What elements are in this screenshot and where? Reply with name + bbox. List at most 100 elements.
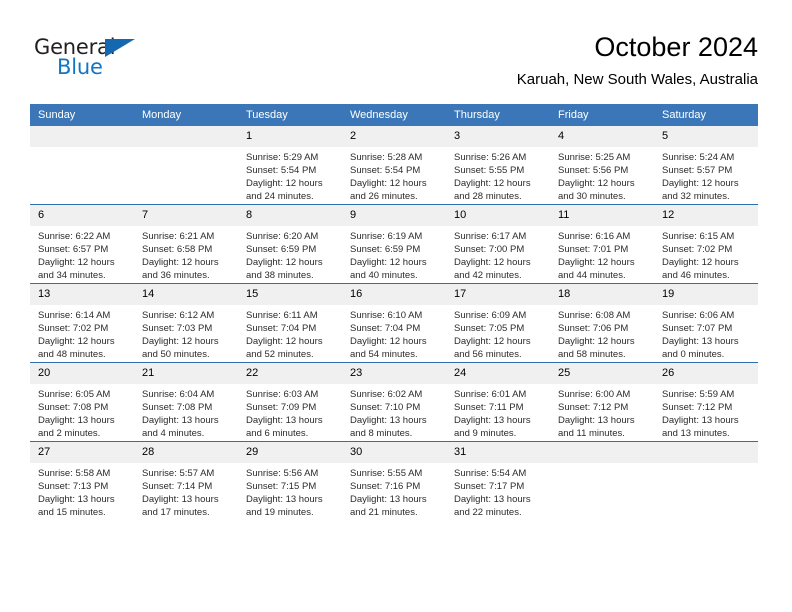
page-header: General Blue October 2024 Karuah, New So… [0, 0, 792, 100]
weekday-header-row: Sunday Monday Tuesday Wednesday Thursday… [30, 104, 758, 126]
calendar-day-cell[interactable]: 4 Sunrise: 5:25 AM Sunset: 5:56 PM Daylight… [550, 126, 654, 205]
day-number: 8 [238, 205, 342, 226]
calendar-week-row: 1 Sunrise: 5:29 AM Sunset: 5:54 PM Daylight… [30, 126, 758, 205]
calendar-day-cell[interactable]: 16 Sunrise: 6:10 AM Sunset: 7:04 PM Dayligh… [342, 283, 446, 363]
daylight-duration-line2: and 58 minutes. [558, 349, 626, 360]
calendar-day-cell[interactable]: 10 Sunrise: 6:17 AM Sunset: 7:00 PM Dayligh… [446, 204, 550, 284]
day-details: Sunrise: 6:15 AM Sunset: 7:02 PM Daylight:… [654, 226, 758, 282]
calendar-day-cell[interactable]: 7 Sunrise: 6:21 AM Sunset: 6:58 PM Daylight… [134, 204, 238, 284]
daylight-duration-line2: and 26 minutes. [350, 191, 418, 202]
calendar-day-cell[interactable]: 22 Sunrise: 6:03 AM Sunset: 7:09 PM Dayligh… [238, 362, 342, 442]
calendar-day-cell[interactable]: 23 Sunrise: 6:02 AM Sunset: 7:10 PM Dayligh… [342, 362, 446, 442]
sunset-time: Sunset: 5:57 PM [662, 165, 733, 176]
calendar-body: 1 Sunrise: 5:29 AM Sunset: 5:54 PM Daylight… [30, 126, 758, 520]
daylight-duration-line1: Daylight: 12 hours [454, 178, 531, 189]
calendar-day-cell[interactable]: 21 Sunrise: 6:04 AM Sunset: 7:08 PM Dayligh… [134, 362, 238, 442]
daylight-duration-line1: Daylight: 12 hours [350, 336, 427, 347]
calendar-day-cell[interactable]: 19 Sunrise: 6:06 AM Sunset: 7:07 PM Dayligh… [654, 283, 758, 363]
daylight-duration-line1: Daylight: 12 hours [142, 257, 219, 268]
calendar-week-row: 27 Sunrise: 5:58 AM Sunset: 7:13 PM Dayligh… [30, 441, 758, 520]
weekday-header-saturday: Saturday [654, 104, 758, 126]
calendar-day-cell[interactable]: 8 Sunrise: 6:20 AM Sunset: 6:59 PM Daylight… [238, 204, 342, 284]
sunset-time: Sunset: 5:55 PM [454, 165, 525, 176]
calendar-day-cell[interactable]: 9 Sunrise: 6:19 AM Sunset: 6:59 PM Daylight… [342, 204, 446, 284]
calendar-day-cell[interactable]: 2 Sunrise: 5:28 AM Sunset: 5:54 PM Daylight… [342, 126, 446, 205]
sunrise-time: Sunrise: 6:15 AM [662, 231, 735, 242]
sunrise-time: Sunrise: 6:12 AM [142, 310, 215, 321]
sunset-time: Sunset: 5:54 PM [246, 165, 317, 176]
daylight-duration-line2: and 13 minutes. [662, 428, 730, 439]
day-details: Sunrise: 5:55 AM Sunset: 7:16 PM Daylight:… [342, 463, 446, 519]
calendar-day-cell[interactable]: 6 Sunrise: 6:22 AM Sunset: 6:57 PM Daylight… [30, 204, 134, 284]
day-number: 3 [446, 126, 550, 147]
calendar-day-cell[interactable]: 11 Sunrise: 6:16 AM Sunset: 7:01 PM Dayligh… [550, 204, 654, 284]
day-number: 7 [134, 205, 238, 226]
calendar-day-cell[interactable]: 13 Sunrise: 6:14 AM Sunset: 7:02 PM Dayligh… [30, 283, 134, 363]
daylight-duration-line1: Daylight: 13 hours [142, 415, 219, 426]
logo-text-blue: Blue [57, 55, 103, 79]
daylight-duration-line2: and 52 minutes. [246, 349, 314, 360]
day-details: Sunrise: 6:22 AM Sunset: 6:57 PM Daylight:… [30, 226, 134, 282]
calendar-day-cell[interactable]: 29 Sunrise: 5:56 AM Sunset: 7:15 PM Dayligh… [238, 441, 342, 520]
day-details: Sunrise: 6:14 AM Sunset: 7:02 PM Daylight:… [30, 305, 134, 361]
sunrise-time: Sunrise: 6:08 AM [558, 310, 631, 321]
day-details: Sunrise: 6:00 AM Sunset: 7:12 PM Daylight:… [550, 384, 654, 440]
general-blue-logo[interactable]: General Blue [34, 36, 184, 84]
sunrise-time: Sunrise: 6:14 AM [38, 310, 111, 321]
calendar-day-cell[interactable]: 18 Sunrise: 6:08 AM Sunset: 7:06 PM Dayligh… [550, 283, 654, 363]
sunrise-time: Sunrise: 6:11 AM [246, 310, 318, 321]
sunrise-time: Sunrise: 6:19 AM [350, 231, 423, 242]
daylight-duration-line2: and 54 minutes. [350, 349, 418, 360]
calendar-day-cell[interactable]: 14 Sunrise: 6:12 AM Sunset: 7:03 PM Dayligh… [134, 283, 238, 363]
sunset-time: Sunset: 7:15 PM [246, 481, 317, 492]
day-details: Sunrise: 6:21 AM Sunset: 6:58 PM Daylight:… [134, 226, 238, 282]
daylight-duration-line2: and 19 minutes. [246, 507, 314, 518]
day-details: Sunrise: 6:16 AM Sunset: 7:01 PM Daylight:… [550, 226, 654, 282]
calendar-day-cell[interactable]: 12 Sunrise: 6:15 AM Sunset: 7:02 PM Dayligh… [654, 204, 758, 284]
sunset-time: Sunset: 7:14 PM [142, 481, 213, 492]
calendar-day-cell[interactable]: 31 Sunrise: 5:54 AM Sunset: 7:17 PM Dayligh… [446, 441, 550, 520]
day-number: 22 [238, 363, 342, 384]
day-number: 19 [654, 284, 758, 305]
page-title: October 2024 [594, 32, 758, 62]
sunrise-time: Sunrise: 6:05 AM [38, 389, 111, 400]
calendar-day-cell[interactable]: 28 Sunrise: 5:57 AM Sunset: 7:14 PM Dayligh… [134, 441, 238, 520]
day-details: Sunrise: 6:17 AM Sunset: 7:00 PM Daylight:… [446, 226, 550, 282]
calendar-day-cell[interactable]: 26 Sunrise: 5:59 AM Sunset: 7:12 PM Dayligh… [654, 362, 758, 442]
calendar-day-cell[interactable]: 27 Sunrise: 5:58 AM Sunset: 7:13 PM Dayligh… [30, 441, 134, 520]
daylight-duration-line2: and 11 minutes. [558, 428, 625, 439]
daylight-duration-line2: and 8 minutes. [350, 428, 413, 439]
page-subtitle: Karuah, New South Wales, Australia [516, 71, 758, 88]
daylight-duration-line1: Daylight: 12 hours [38, 257, 115, 268]
daylight-duration-line2: and 6 minutes. [246, 428, 309, 439]
calendar-day-cell[interactable]: 20 Sunrise: 6:05 AM Sunset: 7:08 PM Dayligh… [30, 362, 134, 442]
sunrise-time: Sunrise: 5:57 AM [142, 468, 215, 479]
day-details: Sunrise: 5:56 AM Sunset: 7:15 PM Daylight:… [238, 463, 342, 519]
daylight-duration-line2: and 15 minutes. [38, 507, 106, 518]
daylight-duration-line2: and 22 minutes. [454, 507, 522, 518]
calendar-day-cell[interactable]: 1 Sunrise: 5:29 AM Sunset: 5:54 PM Daylight… [238, 126, 342, 205]
day-details: Sunrise: 5:54 AM Sunset: 7:17 PM Daylight:… [446, 463, 550, 519]
calendar-day-cell[interactable]: 5 Sunrise: 5:24 AM Sunset: 5:57 PM Daylight… [654, 126, 758, 205]
day-number: 6 [30, 205, 134, 226]
calendar-day-cell[interactable]: 3 Sunrise: 5:26 AM Sunset: 5:55 PM Daylight… [446, 126, 550, 205]
day-details: Sunrise: 5:28 AM Sunset: 5:54 PM Daylight:… [342, 147, 446, 203]
day-details: Sunrise: 5:58 AM Sunset: 7:13 PM Daylight:… [30, 463, 134, 519]
calendar-day-cell[interactable]: 30 Sunrise: 5:55 AM Sunset: 7:16 PM Dayligh… [342, 441, 446, 520]
daylight-duration-line1: Daylight: 13 hours [454, 494, 531, 505]
sunset-time: Sunset: 7:04 PM [350, 323, 421, 334]
calendar-day-cell[interactable]: 15 Sunrise: 6:11 AM Sunset: 7:04 PM Dayligh… [238, 283, 342, 363]
sunrise-time: Sunrise: 5:24 AM [662, 152, 735, 163]
sunset-time: Sunset: 6:57 PM [38, 244, 109, 255]
sunset-time: Sunset: 6:58 PM [142, 244, 213, 255]
calendar-day-cell[interactable]: 17 Sunrise: 6:09 AM Sunset: 7:05 PM Dayligh… [446, 283, 550, 363]
day-number: 23 [342, 363, 446, 384]
calendar-week-row: 20 Sunrise: 6:05 AM Sunset: 7:08 PM Dayligh… [30, 362, 758, 442]
calendar-day-cell[interactable]: 25 Sunrise: 6:00 AM Sunset: 7:12 PM Dayligh… [550, 362, 654, 442]
daylight-duration-line1: Daylight: 13 hours [558, 415, 635, 426]
sunrise-time: Sunrise: 6:22 AM [38, 231, 111, 242]
day-number: 16 [342, 284, 446, 305]
daylight-duration-line1: Daylight: 12 hours [350, 257, 427, 268]
sunset-time: Sunset: 6:59 PM [246, 244, 317, 255]
calendar-day-cell[interactable]: 24 Sunrise: 6:01 AM Sunset: 7:11 PM Dayligh… [446, 362, 550, 442]
